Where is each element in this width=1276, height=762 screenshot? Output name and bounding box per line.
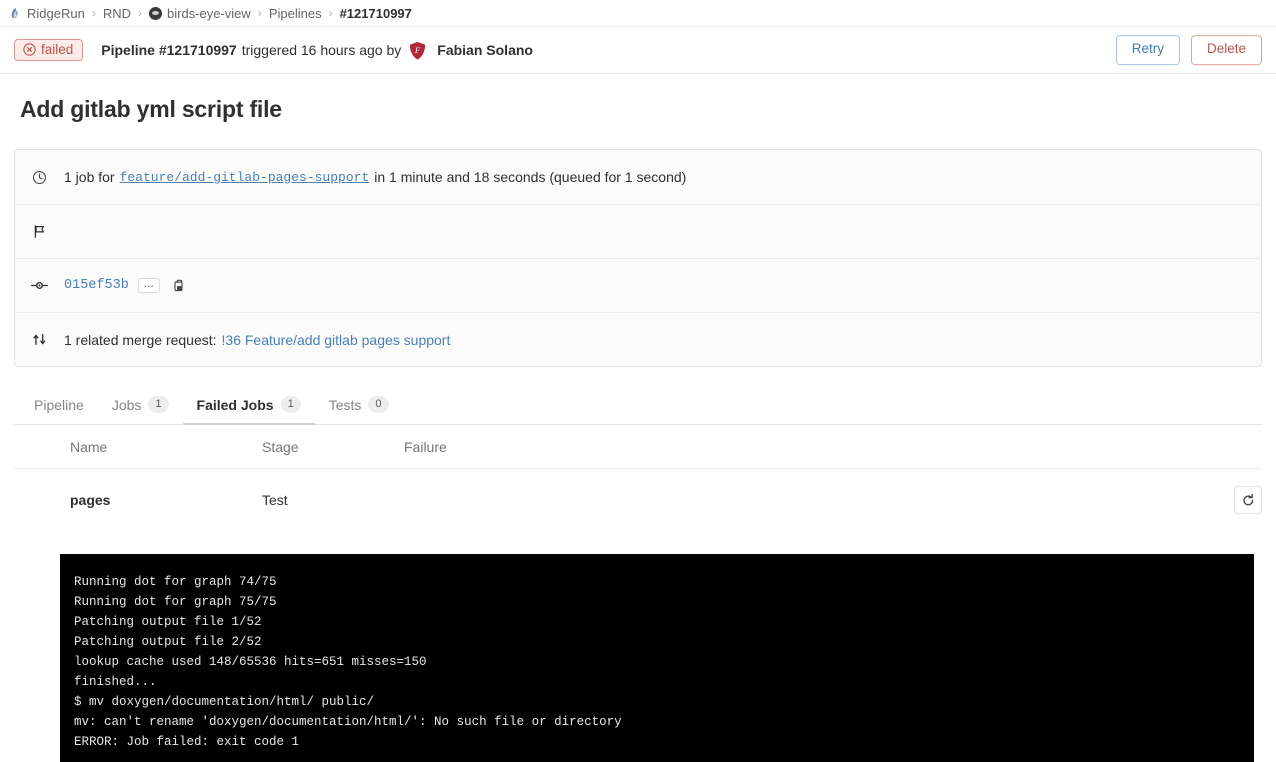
page-title: Add gitlab yml script file — [20, 96, 1262, 123]
job-log-terminal[interactable]: Running dot for graph 74/75Running dot f… — [60, 554, 1254, 762]
tab-failed-jobs-badge: 1 — [281, 396, 301, 413]
header-actions: Retry Delete — [1116, 35, 1262, 65]
ridgerun-logo-icon — [8, 6, 22, 20]
info-row-commit: 015ef53b … — [15, 258, 1261, 312]
tab-tests[interactable]: Tests 0 — [315, 390, 403, 425]
delete-button[interactable]: Delete — [1191, 35, 1262, 65]
job-failure — [404, 469, 1202, 531]
breadcrumb-label-pipelines: Pipelines — [269, 6, 322, 21]
breadcrumb-item-pipeline-id[interactable]: #121710997 — [340, 6, 412, 21]
clock-icon — [31, 169, 48, 186]
column-header-actions — [1202, 425, 1262, 469]
job-stage: Test — [262, 469, 404, 531]
info-row-flag — [15, 204, 1261, 258]
duration-text: in 1 minute and 18 seconds (queued for 1… — [374, 169, 686, 185]
job-name[interactable]: pages — [70, 492, 110, 508]
table-row[interactable]: pages Test — [14, 469, 1262, 531]
commit-sha-link[interactable]: 015ef53b — [64, 278, 129, 293]
tab-failed-jobs[interactable]: Failed Jobs 1 — [183, 390, 315, 425]
breadcrumb-separator: › — [92, 6, 96, 20]
log-line: ERROR: Job failed: exit code 1 — [74, 732, 1254, 752]
x-circle-icon — [23, 43, 36, 56]
main-content: Add gitlab yml script file 1 job for fea… — [0, 96, 1276, 530]
breadcrumb-label-birds-eye-view: birds-eye-view — [167, 6, 251, 21]
pipeline-id-label: Pipeline #121710997 — [101, 42, 236, 58]
breadcrumb-separator: › — [138, 6, 142, 20]
log-line: Running dot for graph 74/75 — [74, 572, 1254, 592]
author-name[interactable]: Fabian Solano — [437, 42, 533, 58]
breadcrumb-separator: › — [329, 6, 333, 20]
commit-expand-button[interactable]: … — [138, 278, 160, 293]
table-header-row: Name Stage Failure — [14, 425, 1262, 469]
breadcrumb-label-rnd: RND — [103, 6, 131, 21]
avatar[interactable]: F — [407, 40, 428, 61]
log-line: mv: can't rename 'doxygen/documentation/… — [74, 712, 1254, 732]
flag-icon — [31, 223, 48, 240]
pipeline-header: failed Pipeline #121710997 triggered 16 … — [0, 27, 1276, 74]
merge-request-link[interactable]: !36 Feature/add gitlab pages support — [222, 332, 451, 348]
svg-text:F: F — [414, 44, 421, 54]
pipeline-tabs: Pipeline Jobs 1 Failed Jobs 1 Tests 0 — [14, 389, 1262, 425]
breadcrumb-separator: › — [258, 6, 262, 20]
tab-tests-label: Tests — [329, 397, 362, 413]
column-header-name: Name — [14, 425, 262, 469]
status-badge: failed — [14, 39, 83, 62]
breadcrumb-label-pipeline-id: #121710997 — [340, 6, 412, 21]
project-avatar-icon — [149, 7, 162, 20]
mr-count-text: 1 related merge request: — [64, 332, 217, 348]
log-line: Running dot for graph 75/75 — [74, 592, 1254, 612]
tab-pipeline[interactable]: Pipeline — [20, 391, 98, 425]
retry-button[interactable]: Retry — [1116, 35, 1180, 65]
job-actions-cell — [1202, 469, 1262, 531]
info-row-jobs: 1 job for feature/add-gitlab-pages-suppo… — [15, 150, 1261, 204]
breadcrumb-item-pipelines[interactable]: Pipelines — [269, 6, 322, 21]
info-row-merge-request: 1 related merge request: !36 Feature/add… — [15, 312, 1261, 366]
column-header-stage: Stage — [262, 425, 404, 469]
tab-tests-badge: 0 — [368, 396, 388, 413]
pipeline-info-panel: 1 job for feature/add-gitlab-pages-suppo… — [14, 149, 1262, 367]
retry-icon[interactable] — [1234, 486, 1262, 514]
log-line: $ mv doxygen/documentation/html/ public/ — [74, 692, 1254, 712]
log-line: finished... — [74, 672, 1254, 692]
breadcrumb-item-rnd[interactable]: RND — [103, 6, 131, 21]
tab-jobs-label: Jobs — [112, 397, 142, 413]
x-circle-icon — [0, 486, 1, 514]
tab-jobs[interactable]: Jobs 1 — [98, 390, 183, 425]
triggered-text: triggered 16 hours ago by — [242, 42, 402, 58]
commit-icon — [31, 277, 48, 294]
tab-pipeline-label: Pipeline — [34, 397, 84, 413]
merge-request-icon — [31, 331, 48, 348]
clipboard-copy-icon[interactable] — [172, 278, 187, 293]
failed-jobs-table: Name Stage Failure pages Test — [14, 425, 1262, 530]
log-line: lookup cache used 148/65536 hits=651 mis… — [74, 652, 1254, 672]
tab-jobs-badge: 1 — [148, 396, 168, 413]
log-line: Patching output file 1/52 — [74, 612, 1254, 632]
breadcrumb-item-ridgerun[interactable]: RidgeRun — [8, 6, 85, 21]
breadcrumb-item-birds-eye-view[interactable]: birds-eye-view — [149, 6, 251, 21]
branch-ref-link[interactable]: feature/add-gitlab-pages-support — [120, 170, 370, 185]
tab-failed-jobs-label: Failed Jobs — [197, 397, 274, 413]
breadcrumb-label-ridgerun: RidgeRun — [27, 6, 85, 21]
breadcrumb: RidgeRun › RND › birds-eye-view › Pipeli… — [0, 0, 1276, 27]
jobs-count-text: 1 job for — [64, 169, 115, 185]
job-name-cell: pages — [14, 469, 262, 531]
pipeline-summary: Pipeline #121710997 triggered 16 hours a… — [101, 40, 533, 61]
log-line: Patching output file 2/52 — [74, 632, 1254, 652]
status-badge-label: failed — [41, 43, 73, 57]
column-header-failure: Failure — [404, 425, 1202, 469]
